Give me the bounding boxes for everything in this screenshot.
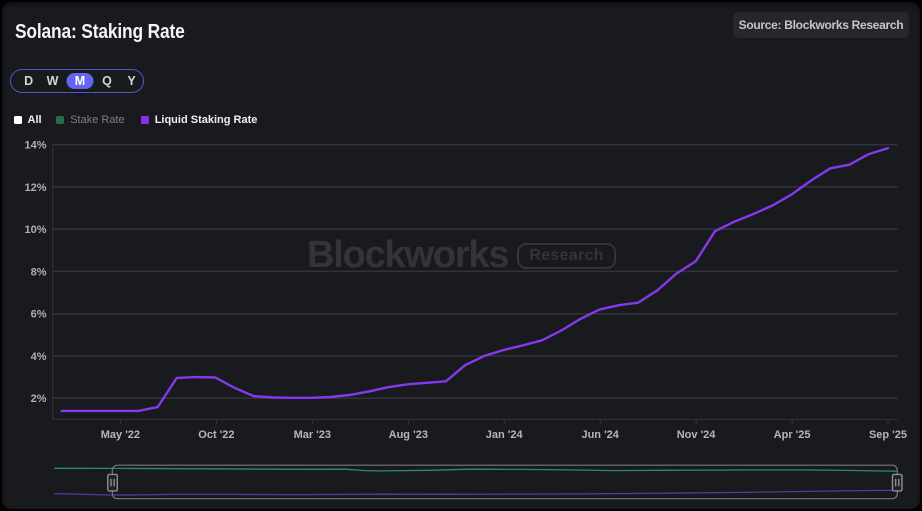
svg-text:Aug '23: Aug '23	[389, 429, 428, 441]
svg-text:10%: 10%	[24, 224, 46, 236]
svg-text:12%: 12%	[24, 182, 46, 194]
svg-text:4%: 4%	[31, 351, 47, 363]
svg-text:Jan '24: Jan '24	[486, 429, 524, 441]
svg-text:8%: 8%	[31, 266, 47, 278]
svg-text:Sep '25: Sep '25	[869, 429, 907, 441]
svg-text:2%: 2%	[31, 393, 47, 405]
svg-text:14%: 14%	[24, 140, 46, 152]
svg-text:Oct '22: Oct '22	[198, 429, 234, 441]
svg-text:Nov '24: Nov '24	[677, 429, 717, 441]
svg-text:6%: 6%	[31, 309, 47, 321]
svg-text:May '22: May '22	[101, 429, 140, 441]
svg-text:Mar '23: Mar '23	[294, 429, 331, 441]
svg-text:Jun '24: Jun '24	[581, 429, 619, 441]
svg-text:Apr '25: Apr '25	[774, 429, 811, 441]
